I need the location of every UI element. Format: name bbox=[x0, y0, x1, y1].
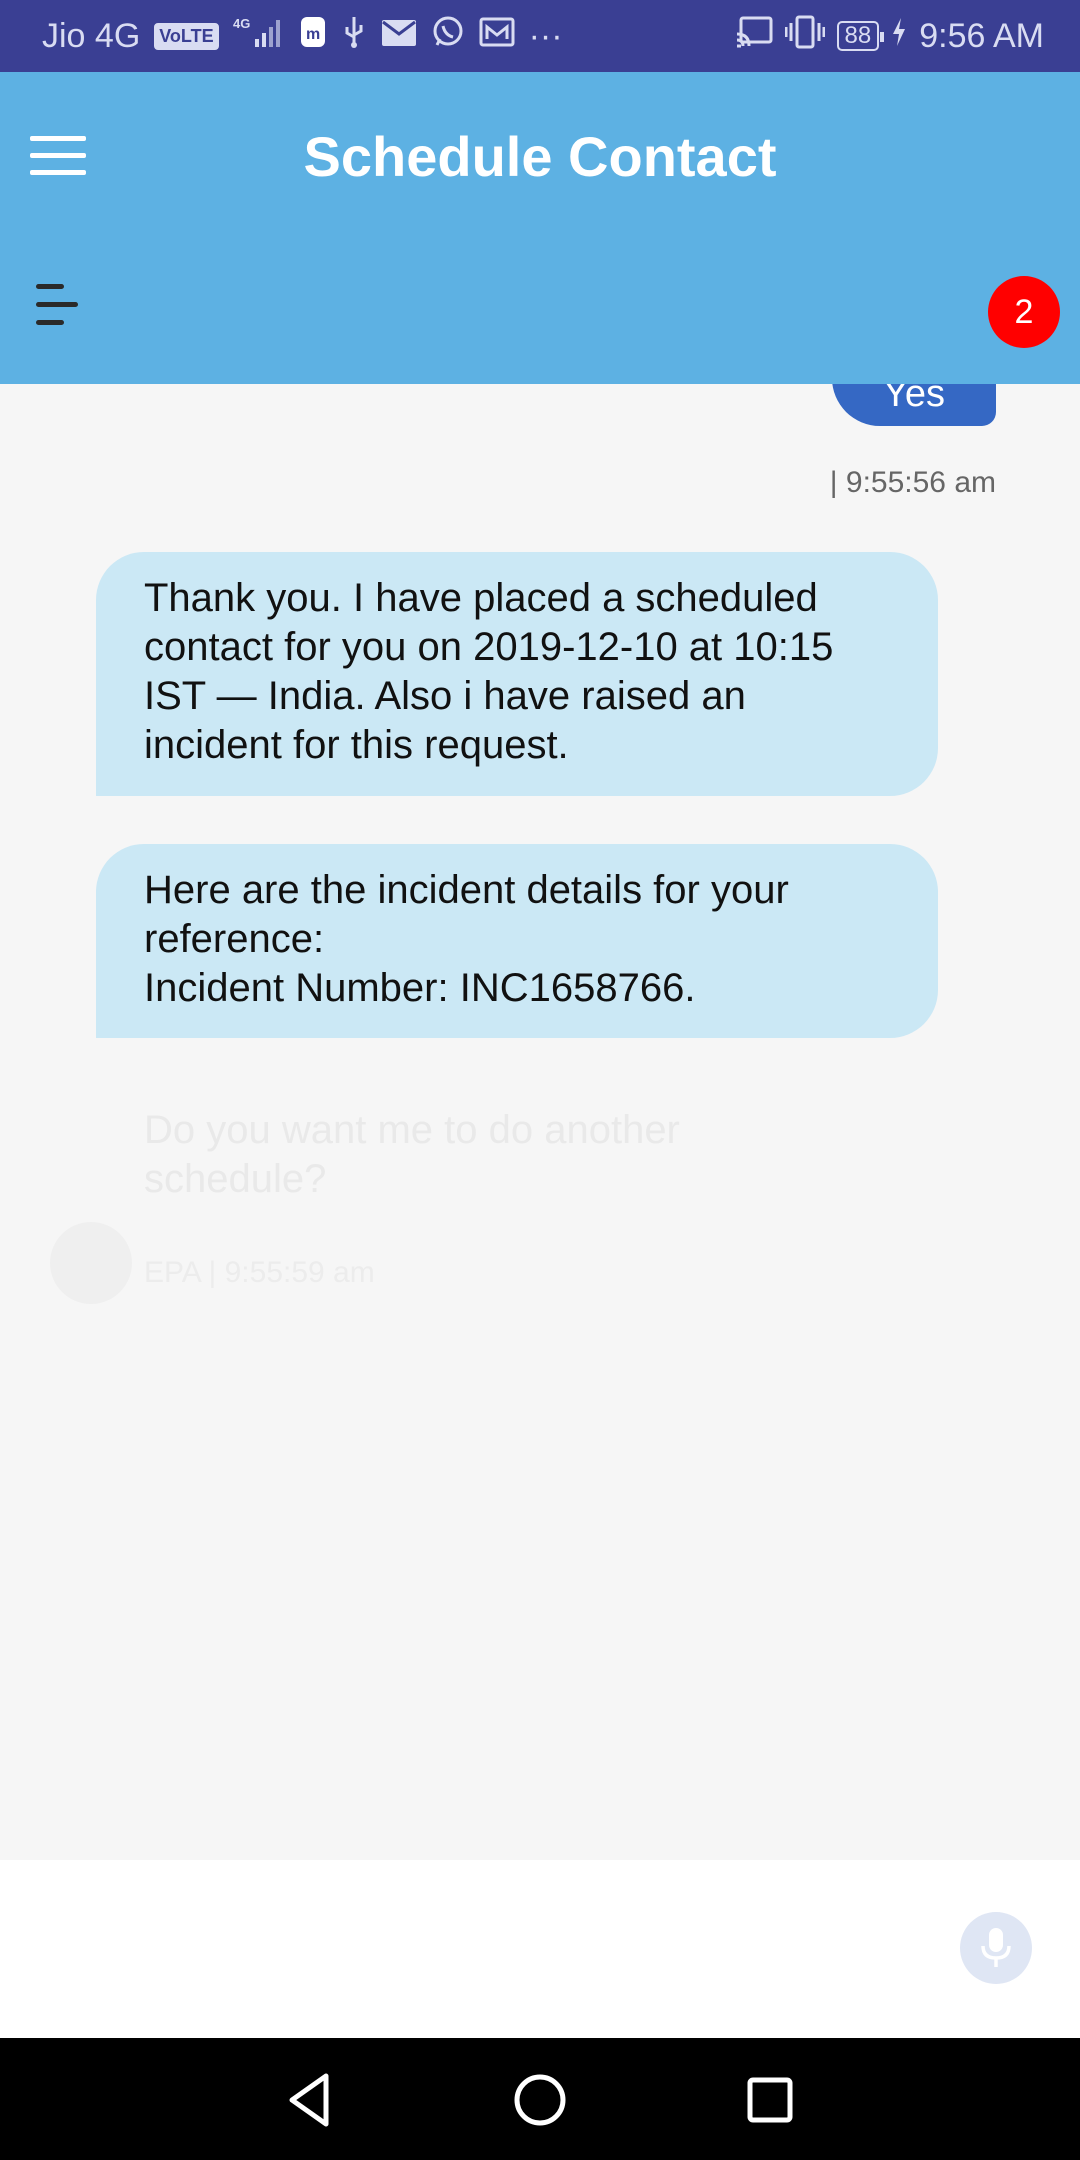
bot-message-bubble: Here are the incident details for your r… bbox=[96, 844, 938, 1038]
svg-text:4G: 4G bbox=[233, 16, 250, 31]
home-button[interactable] bbox=[508, 2068, 572, 2132]
message-line: Incident Number: INC1658766. bbox=[144, 966, 696, 1010]
mail-alt-icon bbox=[479, 17, 515, 56]
whatsapp-icon bbox=[431, 15, 465, 58]
charging-icon bbox=[891, 17, 907, 56]
clock: 9:56 AM bbox=[919, 16, 1044, 55]
status-bar-right: 88 9:56 AM bbox=[735, 0, 1044, 72]
message-line: reference: bbox=[144, 917, 325, 961]
back-icon bbox=[289, 2073, 329, 2127]
usb-icon bbox=[341, 15, 367, 58]
message-line: schedule? bbox=[144, 1157, 327, 1201]
microphone-button[interactable] bbox=[960, 1912, 1032, 1984]
svg-text:m: m bbox=[306, 26, 320, 43]
message-input-bar[interactable] bbox=[0, 1860, 1080, 2038]
vibrate-icon bbox=[784, 15, 826, 58]
status-bar-left: Jio 4G VoLTE 4G m ··· bbox=[42, 0, 563, 72]
mail-icon bbox=[381, 17, 417, 56]
pending-bot-message: Do you want me to do another schedule? bbox=[144, 1106, 744, 1204]
message-line: Here are the incident details for your bbox=[144, 868, 789, 912]
more-notifications-icon: ··· bbox=[528, 16, 563, 55]
notification-badge[interactable]: 2 bbox=[988, 276, 1060, 348]
carrier-label: Jio 4G bbox=[42, 16, 141, 55]
message-line: IST — India. Also i have raised an bbox=[144, 674, 746, 718]
message-line: contact for you on 2019-12-10 at 10:15 bbox=[144, 625, 834, 669]
pending-message-meta: EPA | 9:55:59 am bbox=[144, 1256, 375, 1289]
user-message-bubble: Yes bbox=[832, 384, 996, 426]
status-bar: Jio 4G VoLTE 4G m ··· 88 9:56 AM bbox=[0, 0, 1080, 72]
battery-indicator: 88 bbox=[836, 21, 884, 51]
recents-icon bbox=[747, 2077, 793, 2123]
cast-icon bbox=[735, 16, 773, 57]
page-title: Schedule Contact bbox=[303, 125, 777, 188]
signal-icon: 4G bbox=[233, 15, 285, 58]
navigation-bar bbox=[0, 2038, 1080, 2160]
bot-avatar bbox=[50, 1222, 132, 1304]
microphone-icon bbox=[981, 1928, 1011, 1967]
message-line: Do you want me to do another bbox=[144, 1108, 680, 1152]
user-message-time: | 9:55:56 am bbox=[829, 466, 996, 499]
message-line: Thank you. I have placed a scheduled bbox=[144, 576, 818, 620]
options-menu-icon[interactable] bbox=[36, 284, 82, 330]
chat-area[interactable]: Yes | 9:55:56 am Thank you. I have place… bbox=[0, 384, 1080, 1860]
message-line: incident for this request. bbox=[144, 723, 569, 767]
recents-button[interactable] bbox=[738, 2068, 802, 2132]
app-icon: m bbox=[299, 15, 327, 58]
home-icon bbox=[514, 2074, 566, 2126]
bot-message-bubble: Thank you. I have placed a scheduled con… bbox=[96, 552, 938, 796]
volte-badge: VoLTE bbox=[154, 22, 219, 50]
back-button[interactable] bbox=[278, 2068, 342, 2132]
app-header: Schedule Contact 2 bbox=[0, 72, 1080, 384]
